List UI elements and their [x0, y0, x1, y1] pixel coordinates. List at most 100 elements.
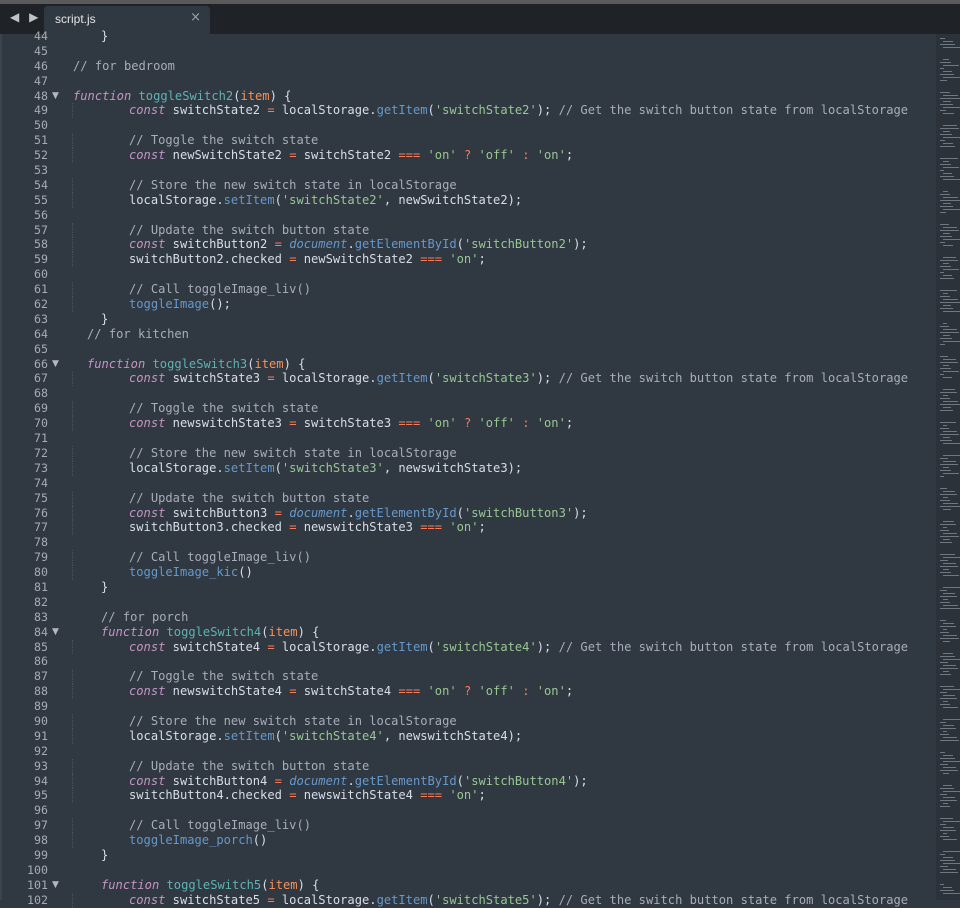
minimap-stroke: [940, 176, 954, 177]
code-line[interactable]: 92: [0, 744, 936, 759]
code-token: .: [347, 773, 355, 788]
fold-arrow-icon[interactable]: ▼: [52, 878, 59, 893]
code-line[interactable]: 94 const switchButton4 = document.getElem…: [0, 773, 936, 789]
minimap-stroke: [940, 524, 956, 525]
forward-arrow-icon[interactable]: ▶: [29, 10, 41, 24]
code-line[interactable]: 64 // for kitchen: [0, 327, 936, 342]
code-line[interactable]: 58 const switchButton2 = document.getElem…: [0, 237, 936, 253]
code-line[interactable]: 73 localStorage.setItem('switchState3', n…: [0, 460, 936, 476]
code-line[interactable]: 91 localStorage.setItem('switchState4', n…: [0, 728, 936, 744]
code-line[interactable]: 46 // for bedroom: [0, 59, 936, 74]
code-line[interactable]: 60: [0, 267, 936, 282]
code-token: switchState4: [165, 639, 268, 654]
code-line[interactable]: 85 const switchState4 = localStorage.getI…: [0, 639, 936, 655]
code-line[interactable]: 88 const newswitchState4 = switchState4 =…: [0, 684, 936, 700]
indent-guide: [72, 401, 73, 417]
minimap-stroke: [943, 95, 958, 96]
code-line[interactable]: 89: [0, 699, 936, 714]
code-line[interactable]: 45: [0, 44, 936, 59]
code-line[interactable]: 83 // for porch: [0, 610, 936, 625]
code-line[interactable]: 51 // Toggle the switch state: [0, 133, 936, 149]
code-line[interactable]: 53: [0, 163, 936, 178]
minimap-stroke: [940, 266, 951, 267]
minimap[interactable]: [936, 34, 960, 900]
code-line[interactable]: 96: [0, 803, 936, 818]
code-line[interactable]: 47: [0, 74, 936, 89]
code-line[interactable]: 55 localStorage.setItem('switchState2', n…: [0, 192, 936, 208]
code-line[interactable]: 69 // Toggle the switch state: [0, 401, 936, 417]
code-line[interactable]: 49 const switchState2 = localStorage.getI…: [0, 103, 936, 119]
line-number: 84: [34, 624, 48, 639]
code-token: 'on': [449, 520, 479, 535]
code-line[interactable]: 57 // Update the switch button state: [0, 222, 936, 238]
fold-arrow-icon[interactable]: ▼: [52, 89, 59, 104]
minimap-stroke: [940, 428, 949, 429]
minimap-stroke: [943, 365, 949, 366]
code-line[interactable]: 84 ▼ function toggleSwitch4(item) {: [0, 625, 936, 640]
code-line[interactable]: 70 const newswitchState3 = switchState3 =…: [0, 416, 936, 432]
code-line[interactable]: 86: [0, 654, 936, 669]
minimap-stroke: [943, 275, 952, 276]
indent-guide: [72, 565, 73, 580]
code-line[interactable]: 62 toggleImage();: [0, 297, 936, 312]
line-number: 98: [34, 833, 48, 848]
close-icon[interactable]: ×: [190, 10, 201, 25]
code-line[interactable]: 76 const switchButton3 = document.getElem…: [0, 505, 936, 521]
code-line[interactable]: 72 // Store the new switch state in local…: [0, 445, 936, 461]
code-text: const switchState3 = localStorage.getIte…: [129, 371, 908, 386]
code-line[interactable]: 102 const switchState5 = localStorage.get…: [0, 892, 936, 908]
code-text: const newSwitchState2 = switchState2 ===…: [129, 148, 573, 163]
code-line[interactable]: 48 ▼ function toggleSwitch2(item) {: [0, 89, 936, 104]
code-line[interactable]: 99}: [0, 848, 936, 863]
code-line[interactable]: 98 toggleImage_porch(): [0, 833, 936, 848]
fold-arrow-icon[interactable]: ▼: [52, 357, 59, 372]
minimap-stroke: [940, 620, 946, 621]
code-line[interactable]: 80 toggleImage_kic(): [0, 565, 936, 580]
code-line[interactable]: 101 ▼ function toggleSwitch5(item) {: [0, 878, 936, 893]
code-line[interactable]: 68: [0, 386, 936, 401]
code-line[interactable]: 82: [0, 595, 936, 610]
minimap-stroke: [943, 719, 960, 720]
code-line[interactable]: 95 switchButton4.checked = newswitchState…: [0, 788, 936, 804]
minimap-stroke: [943, 269, 959, 270]
code-line[interactable]: 81}: [0, 580, 936, 595]
indent-guide: [72, 505, 73, 521]
code-line[interactable]: 100: [0, 863, 936, 878]
code-line[interactable]: 77 switchButton3.checked = newswitchState…: [0, 520, 936, 536]
fold-arrow-icon[interactable]: ▼: [52, 625, 59, 640]
code-token: // Toggle the switch state: [129, 669, 319, 684]
code-line[interactable]: 93 // Update the switch button state: [0, 758, 936, 774]
code-line[interactable]: 52 const newSwitchState2 = switchState2 =…: [0, 148, 936, 164]
code-line[interactable]: 59 switchButton2.checked = newSwitchState…: [0, 252, 936, 268]
code-line[interactable]: 90 // Store the new switch state in local…: [0, 713, 936, 729]
minimap-stroke: [940, 752, 945, 753]
code-token: ;: [478, 252, 486, 267]
code-line[interactable]: 75 // Update the switch button state: [0, 490, 936, 506]
code-line[interactable]: 56: [0, 208, 936, 223]
code-editor[interactable]: 44} 45 46// for bedroom 47 48 ▼ function toggl…: [0, 29, 936, 908]
minimap-stroke: [940, 206, 953, 207]
minimap-stroke: [943, 803, 948, 804]
code-line[interactable]: 61 // Call toggleImage_liv(): [0, 282, 936, 298]
code-line[interactable]: 79 // Call toggleImage_liv(): [0, 550, 936, 566]
back-arrow-icon[interactable]: ◀: [10, 10, 22, 24]
code-line[interactable]: 67 const switchState3 = localStorage.getI…: [0, 371, 936, 387]
code-line[interactable]: 78: [0, 535, 936, 550]
code-line[interactable]: 63}: [0, 312, 936, 327]
code-token: =: [267, 371, 275, 386]
code-line[interactable]: 44}: [0, 29, 936, 44]
code-line[interactable]: 66 ▼ function toggleSwitch3(item) {: [0, 357, 936, 372]
line-number: 57: [34, 222, 48, 237]
code-text: const switchState2 = localStorage.getIte…: [129, 103, 908, 118]
code-line[interactable]: 54 // Store the new switch state in local…: [0, 177, 936, 193]
code-line[interactable]: 50: [0, 118, 936, 133]
minimap-stroke: [940, 626, 956, 627]
code-token: 'off': [478, 416, 515, 431]
code-line[interactable]: 74: [0, 476, 936, 491]
code-token: // Call toggleImage_liv(): [129, 550, 312, 565]
code-line[interactable]: 87 // Toggle the switch state: [0, 669, 936, 685]
code-line[interactable]: 97 // Call toggleImage_liv(): [0, 818, 936, 834]
code-line[interactable]: 71: [0, 431, 936, 446]
code-line[interactable]: 65: [0, 342, 936, 357]
